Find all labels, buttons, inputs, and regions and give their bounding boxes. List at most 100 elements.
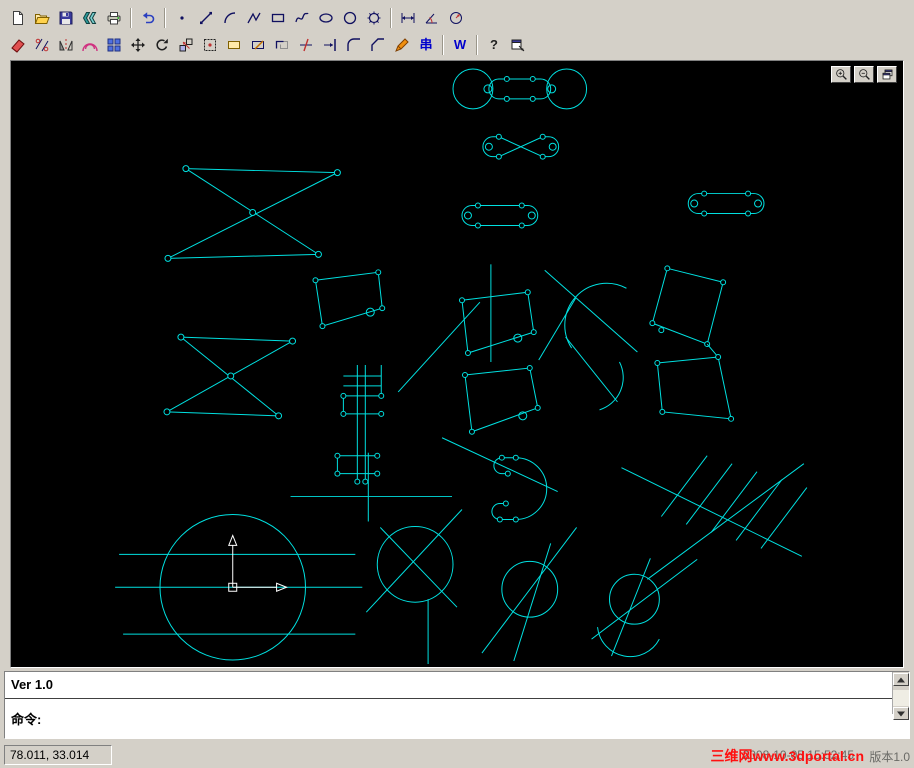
draw-circle-button[interactable] <box>339 7 361 29</box>
chain-tool-button[interactable]: 串 <box>415 34 437 56</box>
help-button[interactable]: ? <box>483 34 505 56</box>
zoom-in-button[interactable] <box>831 66 851 83</box>
rect-fill-icon <box>226 37 242 53</box>
pen-button[interactable] <box>391 34 413 56</box>
offset-button[interactable] <box>79 34 101 56</box>
properties-icon <box>510 37 526 53</box>
new-icon <box>10 10 26 26</box>
toolbar-separator <box>476 34 478 55</box>
export-icon <box>82 10 98 26</box>
undo-icon <box>140 10 156 26</box>
w-letter-icon: W <box>453 36 467 52</box>
sketch-diamond-2[interactable] <box>654 343 735 422</box>
sketch-circle-2[interactable] <box>365 509 463 665</box>
sketch-ladder[interactable] <box>334 364 385 485</box>
dim-radius-button[interactable] <box>445 7 467 29</box>
toolbar-separator <box>130 7 132 28</box>
toolbar-separator <box>442 34 444 55</box>
array-icon <box>106 37 122 53</box>
chamfer-button[interactable] <box>367 34 389 56</box>
canvas-zoom-controls <box>831 66 897 83</box>
toolbar-modify: 串 W? <box>6 31 530 58</box>
draw-polyline-button[interactable] <box>243 7 265 29</box>
offset-icon <box>82 37 98 53</box>
open-file-button[interactable] <box>31 7 53 29</box>
draw-spline-button[interactable] <box>291 7 313 29</box>
sketch-circle-3[interactable] <box>481 527 578 662</box>
window-restore-button[interactable] <box>877 66 897 83</box>
sketch-linkage-3[interactable] <box>461 202 539 229</box>
circle-icon <box>342 10 358 26</box>
rect-corner-icon <box>274 37 290 53</box>
point-icon <box>174 10 190 26</box>
toolbar-separator <box>390 7 392 28</box>
sketch-circle-4[interactable] <box>591 558 698 658</box>
sketch-bowtie-1[interactable] <box>164 165 341 262</box>
line-icon <box>198 10 214 26</box>
scroll-down-button[interactable] <box>893 707 909 720</box>
sketch-linkage-large[interactable] <box>452 68 588 110</box>
extend-icon <box>322 37 338 53</box>
undo-button[interactable] <box>137 7 159 29</box>
dim-linear-button[interactable] <box>397 7 419 29</box>
draw-ellipse-button[interactable] <box>315 7 337 29</box>
sketch-bowtie-2[interactable] <box>163 333 297 420</box>
zoom-out-button[interactable] <box>854 66 874 83</box>
gear-icon <box>366 10 382 26</box>
sketch-quad-2[interactable] <box>458 264 537 363</box>
rect-tool-button[interactable] <box>223 34 245 56</box>
window-restore-icon <box>881 68 894 81</box>
sketch-quad-3[interactable] <box>461 364 541 435</box>
draw-gear-button[interactable] <box>363 7 385 29</box>
array-button[interactable] <box>103 34 125 56</box>
sketch-linkage-2[interactable] <box>482 133 560 160</box>
help-icon: ? <box>490 36 498 52</box>
draw-arc-button[interactable] <box>219 7 241 29</box>
break-icon <box>34 37 50 53</box>
chamfer-icon <box>370 37 386 53</box>
scale-button[interactable] <box>175 34 197 56</box>
scroll-track[interactable] <box>893 690 909 706</box>
corner-rect-button[interactable] <box>271 34 293 56</box>
fillet-button[interactable] <box>343 34 365 56</box>
w-tool-button[interactable]: W <box>449 34 471 56</box>
draw-line-button[interactable] <box>195 7 217 29</box>
sketch-quad-1[interactable] <box>312 269 386 330</box>
chain-icon: 串 <box>419 36 433 52</box>
plot-preview-button[interactable] <box>79 7 101 29</box>
extend-button[interactable] <box>319 34 341 56</box>
rotate-button[interactable] <box>151 34 173 56</box>
rectangle-icon <box>270 10 286 26</box>
save-icon <box>58 10 74 26</box>
drawing-layer <box>115 68 808 665</box>
trim-icon <box>298 37 314 53</box>
print-icon <box>106 10 122 26</box>
scroll-up-button[interactable] <box>893 673 909 686</box>
properties-button[interactable] <box>507 34 529 56</box>
command-panel[interactable]: Ver 1.0 命令: <box>4 671 910 739</box>
sketch-stray-lines[interactable] <box>290 301 558 522</box>
toolbar-separator <box>164 7 166 28</box>
command-scrollbar[interactable] <box>892 672 909 720</box>
mirror-button[interactable] <box>55 34 77 56</box>
status-version-label: 版本1.0 <box>869 750 910 764</box>
print-button[interactable] <box>103 7 125 29</box>
rect-edit-button[interactable] <box>247 34 269 56</box>
erase-icon <box>10 37 26 53</box>
trim-button[interactable] <box>295 34 317 56</box>
erase-button[interactable] <box>7 34 29 56</box>
dim-angle-button[interactable] <box>421 7 443 29</box>
break-button[interactable] <box>31 34 53 56</box>
save-file-button[interactable] <box>55 7 77 29</box>
new-file-button[interactable] <box>7 7 29 29</box>
mirror-icon <box>58 37 74 53</box>
move-button[interactable] <box>127 34 149 56</box>
drawing-canvas[interactable] <box>10 60 904 668</box>
draw-rectangle-button[interactable] <box>267 7 289 29</box>
zoom-window-button[interactable] <box>199 34 221 56</box>
coordinate-axes <box>228 534 288 592</box>
sketch-arcs[interactable] <box>538 269 638 411</box>
draw-point-button[interactable] <box>171 7 193 29</box>
sketch-diamond-1[interactable] <box>649 265 727 348</box>
sketch-linkage-4[interactable] <box>687 190 765 217</box>
